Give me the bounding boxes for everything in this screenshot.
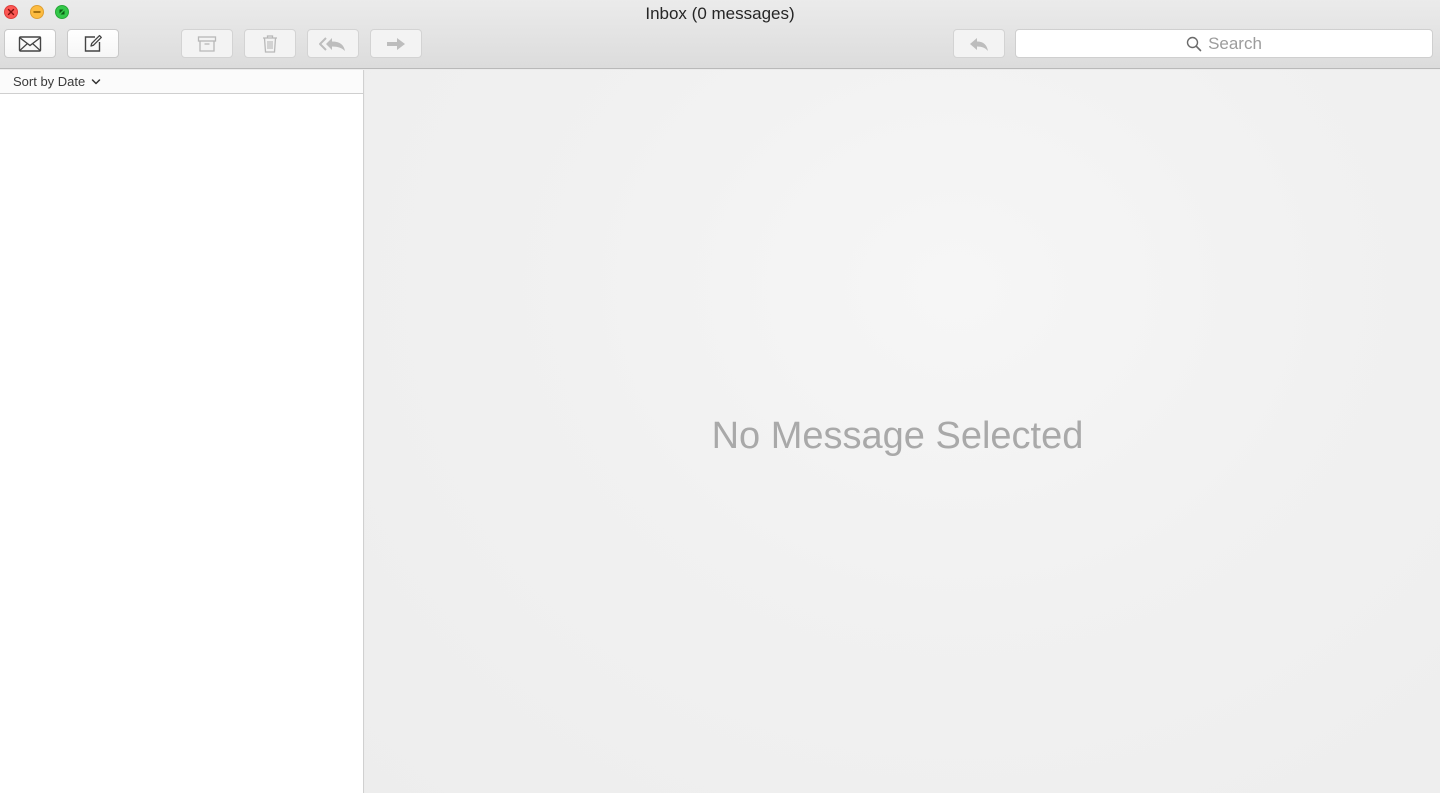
window-title: Inbox (0 messages) — [645, 4, 795, 23]
reply-all-icon — [319, 36, 345, 51]
delete-button[interactable] — [244, 29, 296, 58]
reply-all-button[interactable] — [307, 29, 359, 58]
search-input[interactable]: Search — [1015, 29, 1433, 58]
get-mail-button[interactable] — [4, 29, 56, 58]
forward-button[interactable] — [370, 29, 422, 58]
sort-by-dropdown[interactable]: Sort by Date — [0, 70, 363, 94]
archive-box-icon — [197, 35, 217, 52]
search-placeholder: Search — [1208, 33, 1262, 53]
reply-arrow-icon — [970, 37, 988, 51]
message-list-pane[interactable]: Sort by Date — [0, 70, 364, 793]
toolbar: Inbox (0 messages) Search — [0, 0, 1440, 69]
compose-button[interactable] — [67, 29, 119, 58]
search-icon — [1186, 36, 1202, 51]
trash-icon — [263, 34, 277, 53]
archive-button[interactable] — [181, 29, 233, 58]
message-preview-pane: No Message Selected — [365, 70, 1440, 793]
forward-arrow-icon — [387, 37, 405, 50]
chevron-down-icon — [92, 78, 101, 84]
sort-label: Sort by Date — [13, 74, 86, 89]
no-message-selected-label: No Message Selected — [711, 415, 1084, 457]
compose-icon — [84, 34, 102, 52]
envelope-icon — [18, 35, 42, 52]
reply-button[interactable] — [953, 29, 1005, 58]
mail-window: Inbox (0 messages) Search Sort by Date N… — [0, 0, 1440, 793]
